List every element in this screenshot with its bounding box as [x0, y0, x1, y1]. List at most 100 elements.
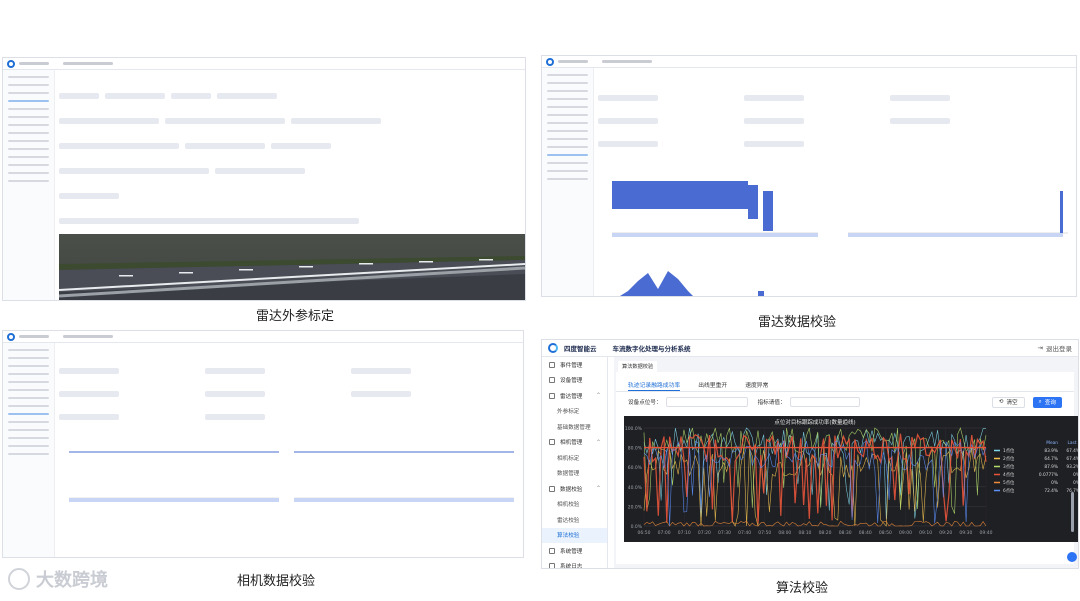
sidebar-item-label: 相机标定: [557, 455, 580, 462]
sidebar-item[interactable]: 相机校验: [542, 497, 607, 513]
y-tick-label: 20.0%: [628, 504, 643, 510]
x-tick-label: 07:00: [658, 530, 671, 536]
reset-button[interactable]: ⟲ 清空: [991, 396, 1025, 408]
device-input[interactable]: [665, 397, 748, 407]
chart-camera-a: [69, 451, 279, 502]
y-tick-label: 40.0%: [628, 485, 643, 491]
metric-input[interactable]: [789, 397, 860, 407]
legend-last-value: 67.4%: [1066, 448, 1079, 454]
menu-icon: [549, 547, 555, 554]
panel-algorithm-check: 四度智能云 车流数字化处理与分析系统 ⇥ 退出登录 事件管理 设备管理 雷达管理 ⌃ 外…: [541, 339, 1079, 569]
caption-camera-check: 相机数据校验: [237, 574, 316, 589]
sidebar-item[interactable]: 外参标定: [542, 404, 607, 420]
menu-icon: [549, 439, 555, 446]
legend-mean-header: Mean: [1046, 440, 1058, 446]
brand-name: 四度智能云: [564, 345, 597, 353]
chevron-up-icon: ⌃: [595, 392, 601, 400]
legend-mean-value: 87.9%: [1044, 464, 1058, 470]
logo-icon: [7, 332, 15, 341]
reset-icon: ⟲: [998, 399, 1004, 405]
logout-button[interactable]: ⇥ 退出登录: [1038, 343, 1072, 353]
sidebar-item[interactable]: 相机管理 ⌃: [542, 435, 607, 451]
legend-series-name: 4点位: [1003, 471, 1015, 478]
tab[interactable]: 速度异常: [745, 380, 768, 391]
sidebar: 事件管理 设备管理 雷达管理 ⌃ 外参标定 基础数据管理 相机管理 ⌃ 相机标定 数据管理 数据校验…: [542, 357, 608, 568]
filter-bar: 设备点位号： 指标请值： ⟲ 清空 ⌕ 查询: [616, 392, 1074, 412]
legend-mean-value: 72.4%: [1044, 488, 1058, 494]
sidebar-item-label: 算法校验: [557, 533, 580, 540]
sidebar-item[interactable]: 雷达管理 ⌃: [542, 388, 607, 404]
x-tick-label: 06:50: [638, 530, 651, 536]
mini-form: [59, 74, 525, 300]
x-tick-label: 07:10: [678, 530, 691, 536]
sidebar-item[interactable]: 数据管理: [542, 466, 607, 482]
x-tick-label: 07:20: [698, 530, 711, 536]
sidebar-item[interactable]: 算法校验: [542, 527, 607, 543]
legend-mean-value: 0.0777%: [1039, 472, 1058, 478]
chart-radar-c: [620, 271, 764, 296]
x-tick-label: 08:00: [778, 530, 791, 536]
sidebar-item-label: 雷达校验: [557, 517, 580, 524]
x-tick-label: 09:10: [919, 530, 932, 536]
sidebar-item-label: 相机管理: [560, 440, 583, 447]
tab-bar: 轨迹记录融路成功率 出线里重开 速度异常: [616, 372, 1074, 392]
sidebar-item[interactable]: 设备管理: [542, 373, 607, 389]
sidebar-item[interactable]: 系统日志: [542, 559, 607, 568]
camera-check-charts: [69, 451, 514, 502]
sidebar-item-label: 事件管理: [560, 362, 583, 369]
x-tick-label: 09:20: [939, 530, 952, 536]
x-tick-label: 07:40: [738, 530, 751, 536]
x-tick-label: 08:50: [879, 530, 892, 536]
sidebar-item[interactable]: 基础数据管理: [542, 419, 607, 435]
legend-mean-value: 64.7%: [1044, 456, 1058, 462]
legend-last-value: 67.4%: [1066, 456, 1079, 462]
metric-label: 指标请值：: [757, 400, 786, 406]
sidebar-item-label: 系统管理: [560, 548, 583, 555]
x-tick-label: 08:30: [839, 530, 852, 536]
y-tick-label: 100.0%: [625, 426, 643, 432]
sidebar-item[interactable]: 系统管理: [542, 543, 607, 559]
floating-action-button[interactable]: [1067, 552, 1077, 562]
x-tick-label: 08:40: [859, 530, 872, 536]
sidebar-item-label: 数据校验: [560, 486, 583, 493]
x-tick-label: 09:00: [899, 530, 912, 536]
menu-icon: [549, 563, 555, 568]
success-rate-chart: 点位对目标跟踪成功率(数量趋线) 100.0% 80.0% 60.0% 40.0% 20.…: [624, 416, 1078, 542]
scrollbar[interactable]: [1071, 492, 1074, 532]
sidebar-item[interactable]: 相机标定: [542, 450, 607, 466]
main-area: 算法数据校验 轨迹记录融路成功率 出线里重开 速度异常 设备点位号： 指标请值： ⟲…: [614, 357, 1078, 568]
sidebar-item-label: 设备管理: [560, 378, 583, 385]
legend-last-header: Last *: [1068, 440, 1079, 446]
sidebar-item-label: 雷达管理: [560, 393, 583, 400]
chart-camera-b: [294, 451, 514, 502]
tab[interactable]: 出线里重开: [698, 380, 727, 391]
legend-series-name: 5点位: [1003, 479, 1015, 486]
logo-icon: [7, 59, 15, 68]
x-tick-label: 09:40: [980, 530, 993, 536]
y-tick-label: 60.0%: [628, 465, 643, 471]
chart-svg: 点位对目标跟踪成功率(数量趋线) 100.0% 80.0% 60.0% 40.0% 20.…: [624, 416, 1079, 542]
sidebar-item[interactable]: 雷达校验: [542, 512, 607, 528]
sidebar-item[interactable]: 数据校验 ⌃: [542, 481, 607, 497]
legend-last-value: 0%: [1073, 472, 1079, 478]
device-label: 设备点位号：: [628, 400, 662, 406]
legend-last-value: 0%: [1073, 480, 1079, 486]
menu-icon: [549, 361, 555, 368]
mini-header: [3, 331, 523, 343]
menu-icon: [549, 377, 555, 384]
caption-radar-check: 雷达数据校验: [758, 315, 837, 330]
legend-series-name: 1点位: [1003, 447, 1015, 454]
breadcrumb[interactable]: 算法数据校验: [618, 361, 658, 372]
x-tick-label: 08:20: [819, 530, 832, 536]
menu-icon: [549, 485, 555, 492]
tab[interactable]: 轨迹记录融路成功率: [628, 380, 681, 391]
chart-radar-b: [848, 191, 1068, 237]
content-card: 轨迹记录融路成功率 出线里重开 速度异常 设备点位号： 指标请值： ⟲ 清空 ⌕ 查…: [616, 372, 1078, 564]
legend-series-name: 3点位: [1003, 463, 1015, 470]
legend-mean-value: 0%: [1051, 480, 1058, 486]
legend-series-name: 6点位: [1003, 487, 1015, 494]
query-button[interactable]: ⌕ 查询: [1032, 396, 1062, 408]
sidebar-item[interactable]: 事件管理: [542, 357, 607, 373]
sidebar-item-label: 外参标定: [557, 409, 580, 416]
road-scene-image: [59, 234, 525, 300]
